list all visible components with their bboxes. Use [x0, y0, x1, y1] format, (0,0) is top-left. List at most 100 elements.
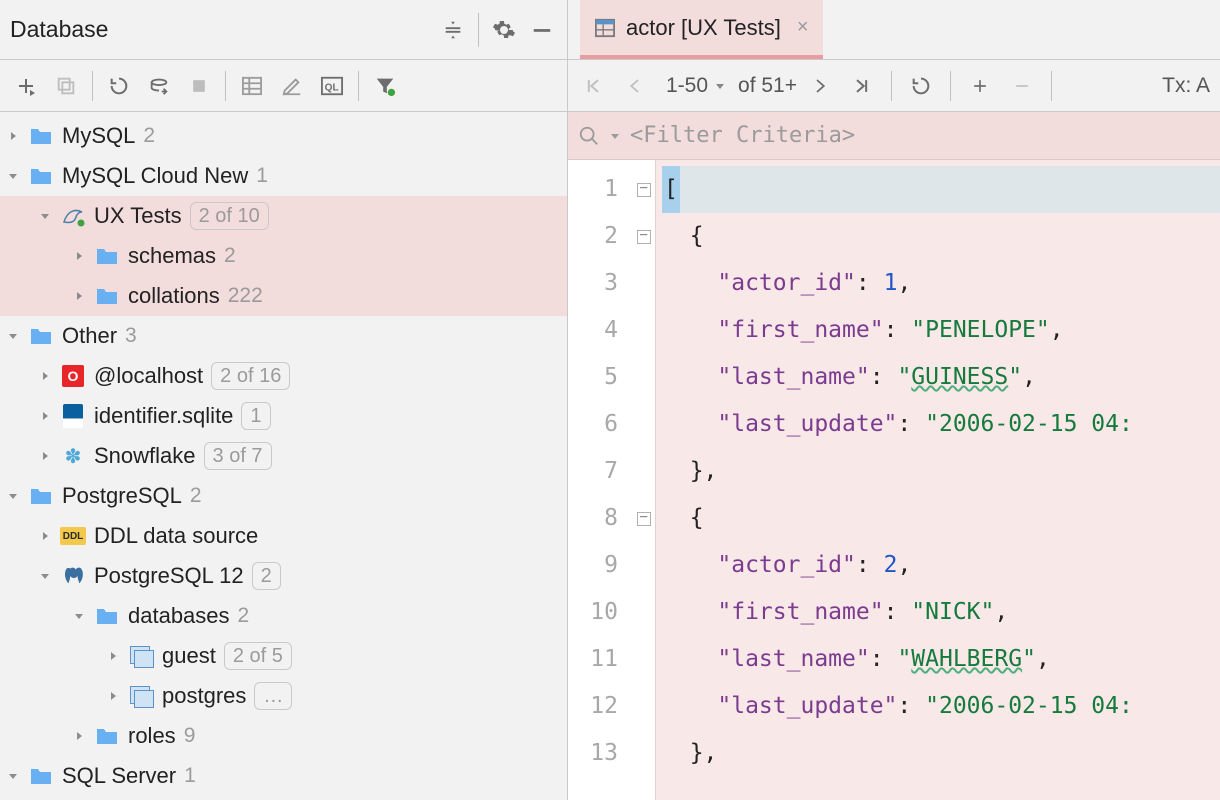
tree-item-ddl[interactable]: DDL DDL data source [0, 516, 567, 556]
tree-item-pg12[interactable]: PostgreSQL 12 2 [0, 556, 567, 596]
search-icon [578, 125, 600, 147]
tree-label: roles [128, 723, 176, 749]
folder-icon [28, 323, 54, 349]
tree-item-postgres-db[interactable]: postgres … [0, 676, 567, 716]
tree-pill: 2 of 16 [211, 362, 290, 390]
collapse-all-icon[interactable] [434, 11, 472, 49]
tree-item-localhost[interactable]: O @localhost 2 of 16 [0, 356, 567, 396]
filter-button[interactable] [365, 67, 405, 105]
first-page-button[interactable] [574, 67, 612, 105]
folder-icon [28, 123, 54, 149]
tree-label: PostgreSQL 12 [94, 563, 244, 589]
tree-item-ux-tests[interactable]: UX Tests 2 of 10 [0, 196, 567, 236]
next-page-button[interactable] [801, 67, 839, 105]
tree-label: collations [128, 283, 220, 309]
tree-label: @localhost [94, 363, 203, 389]
folder-icon [94, 243, 120, 269]
tree-item-databases[interactable]: databases 2 [0, 596, 567, 636]
tree-item-mysql-cloud[interactable]: MySQL Cloud New 1 [0, 156, 567, 196]
tree-count: 1 [256, 164, 268, 188]
snowflake-icon: ✽ [60, 443, 86, 469]
table-view-button[interactable] [232, 67, 272, 105]
tree-item-schemas[interactable]: schemas 2 [0, 236, 567, 276]
fold-gutter[interactable] [632, 160, 656, 800]
tree-count: 2 [238, 604, 250, 628]
prev-page-button[interactable] [616, 67, 654, 105]
gear-icon[interactable] [485, 11, 523, 49]
minimize-icon[interactable] [523, 11, 561, 49]
tree-item-collations[interactable]: collations 222 [0, 276, 567, 316]
tab-actor[interactable]: actor [UX Tests] × [580, 0, 823, 59]
postgres-elephant-icon [60, 563, 86, 589]
tree-count: 2 [224, 244, 236, 268]
duplicate-button[interactable] [46, 67, 86, 105]
editor-toolbar: 1-50 of 51+ Tx: A [568, 60, 1220, 112]
tree-item-roles[interactable]: roles 9 [0, 716, 567, 756]
chevron-down-icon[interactable] [610, 129, 620, 143]
last-page-button[interactable] [843, 67, 881, 105]
filter-input[interactable] [630, 123, 1210, 148]
sync-button[interactable] [139, 67, 179, 105]
folder-icon [28, 763, 54, 789]
tree-label: MySQL Cloud New [62, 163, 248, 189]
tree-item-postgresql[interactable]: PostgreSQL 2 [0, 476, 567, 516]
panel-toolbar: QL [0, 60, 567, 112]
tree-count: 222 [228, 284, 263, 308]
tree-label: guest [162, 643, 216, 669]
reload-button[interactable] [902, 67, 940, 105]
tree-pill: 1 [241, 402, 270, 430]
page-total: of 51+ [738, 74, 797, 98]
database-stack-icon [128, 643, 154, 669]
ddl-icon: DDL [60, 523, 86, 549]
folder-icon [28, 483, 54, 509]
oracle-icon: O [60, 363, 86, 389]
line-number-gutter: 12345678910111213 [568, 160, 632, 800]
mysql-dolphin-icon [60, 203, 86, 229]
code-area[interactable]: [ { "actor_id": 1, "first_name": "PENELO… [656, 160, 1220, 800]
tree-label: SQL Server [62, 763, 176, 789]
tree-label: UX Tests [94, 203, 182, 229]
tree-item-mysql[interactable]: MySQL 2 [0, 116, 567, 156]
tree-count: 9 [184, 724, 196, 748]
panel-header: Database [0, 0, 567, 60]
console-button[interactable]: QL [312, 67, 352, 105]
folder-icon [94, 603, 120, 629]
tab-bar: actor [UX Tests] × [568, 0, 1220, 60]
editor-panel: actor [UX Tests] × 1-50 of 51+ [568, 0, 1220, 800]
tree-label: MySQL [62, 123, 135, 149]
json-editor[interactable]: 12345678910111213 [ { "actor_id": 1, "fi… [568, 160, 1220, 800]
tree-count: 1 [184, 764, 196, 788]
add-row-button[interactable] [961, 67, 999, 105]
remove-row-button[interactable] [1003, 67, 1041, 105]
tree-item-identifier[interactable]: identifier.sqlite 1 [0, 396, 567, 436]
database-stack-icon [128, 683, 154, 709]
edit-button[interactable] [272, 67, 312, 105]
add-button[interactable] [6, 67, 46, 105]
table-icon [594, 18, 616, 38]
tree-item-snowflake[interactable]: ✽ Snowflake 3 of 7 [0, 436, 567, 476]
tree-pill: 2 of 10 [190, 202, 269, 230]
folder-icon [28, 163, 54, 189]
tree-item-guest[interactable]: guest 2 of 5 [0, 636, 567, 676]
panel-title: Database [10, 16, 434, 43]
tree-pill: 2 [252, 562, 281, 590]
tree-pill: 3 of 7 [204, 442, 272, 470]
svg-text:QL: QL [325, 82, 339, 93]
tab-label: actor [UX Tests] [626, 15, 781, 41]
page-range[interactable]: 1-50 [658, 74, 734, 98]
tree-item-sqlserver[interactable]: SQL Server 1 [0, 756, 567, 796]
tree-label: Snowflake [94, 443, 196, 469]
refresh-button[interactable] [99, 67, 139, 105]
tree-item-other[interactable]: Other 3 [0, 316, 567, 356]
database-panel: Database [0, 0, 568, 800]
sqlite-icon [60, 403, 86, 429]
tx-label[interactable]: Tx: A [1162, 74, 1214, 98]
tree-pill: 2 of 5 [224, 642, 292, 670]
folder-icon [94, 283, 120, 309]
database-tree[interactable]: MySQL 2 MySQL Cloud New 1 UX Tests 2 of … [0, 112, 567, 800]
tree-label: postgres [162, 683, 246, 709]
stop-button[interactable] [179, 67, 219, 105]
close-icon[interactable]: × [797, 16, 809, 39]
tree-label: identifier.sqlite [94, 403, 233, 429]
tree-pill: … [254, 682, 292, 710]
